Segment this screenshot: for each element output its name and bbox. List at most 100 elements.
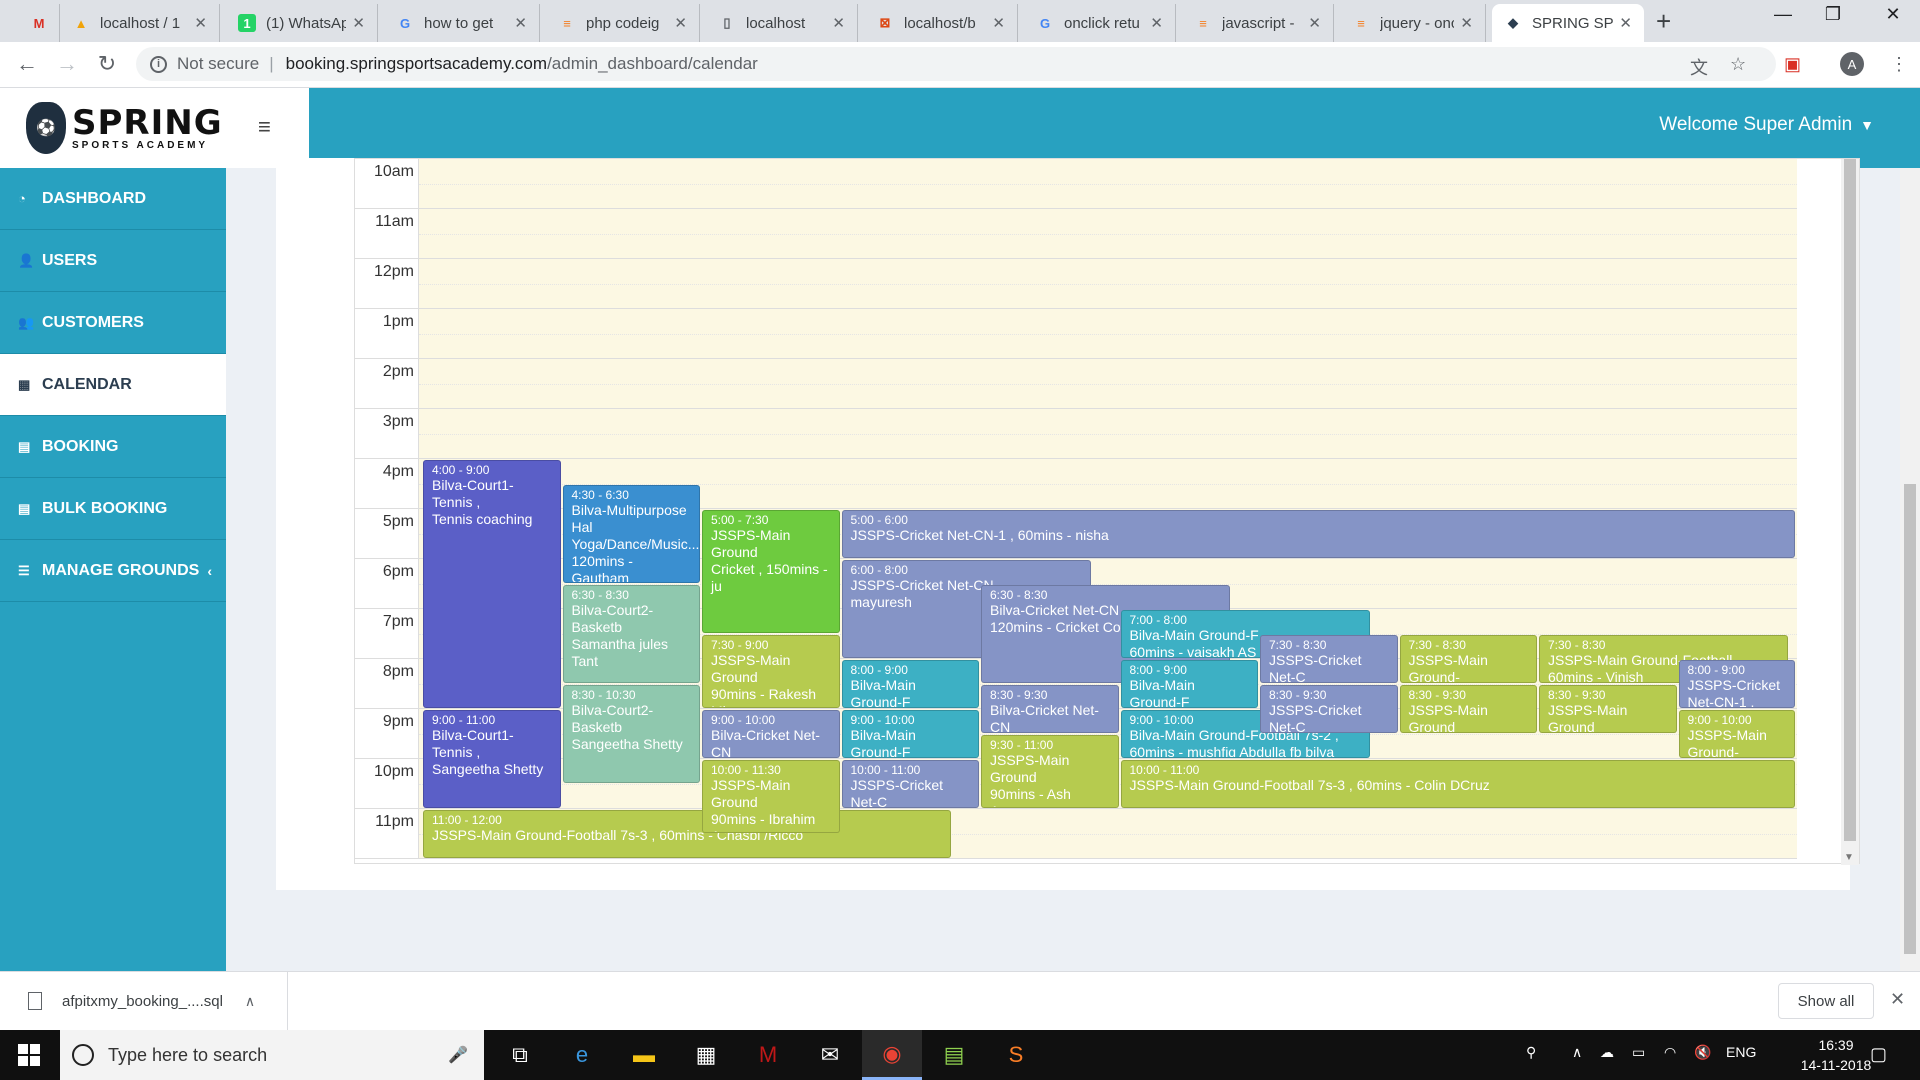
calendar-event[interactable]: 7:30 - 8:30JSSPS-Cricket Net-CSayem bbox=[1260, 635, 1398, 683]
new-tab-button[interactable]: + bbox=[1656, 6, 1671, 37]
browser-tab[interactable]: ≡ javascript - ✕ bbox=[1182, 4, 1334, 42]
sidebar-item-calendar[interactable]: ▦ CALENDAR bbox=[0, 354, 226, 416]
calendar-event[interactable]: 8:30 - 9:30JSSPS-Cricket Net-Cfaisal bbox=[1260, 685, 1398, 733]
task-view-icon[interactable]: ⧉ bbox=[490, 1030, 550, 1080]
menu-toggle-icon[interactable]: ≡ bbox=[258, 114, 271, 140]
calendar-event[interactable]: 8:30 - 9:30Bilva-Cricket Net-CNsavi Ravi… bbox=[981, 685, 1119, 733]
browser-tab[interactable]: Ghow to get ✕ bbox=[384, 4, 540, 42]
calendar-event[interactable]: 5:00 - 6:00 JSSPS-Cricket Net-CN-1 , 60mi… bbox=[841, 510, 1795, 558]
close-download-bar-icon[interactable]: ✕ bbox=[1890, 989, 1905, 1010]
sidebar-item-booking[interactable]: ▤ BOOKING bbox=[0, 416, 226, 478]
language-indicator[interactable]: ENG bbox=[1726, 1044, 1756, 1060]
calendar-event[interactable]: 10:00 - 11:00JSSPS-Cricket Net-CRavi Per… bbox=[841, 760, 979, 808]
sidebar-item-users[interactable]: 👤 USERS bbox=[0, 230, 226, 292]
browser-tab[interactable]: M bbox=[18, 4, 60, 42]
hour-slot[interactable] bbox=[419, 159, 1797, 209]
calendar-scroll-thumb[interactable] bbox=[1844, 159, 1856, 841]
mcafee-icon[interactable]: M bbox=[738, 1030, 798, 1080]
calendar-event[interactable]: 6:30 - 8:30 Bilva-Court2-Basketb Samantha … bbox=[562, 585, 700, 683]
calendar-event[interactable]: 8:30 - 9:30JSSPS-Main Ground60mins - Ros… bbox=[1539, 685, 1677, 733]
hour-slot[interactable] bbox=[419, 359, 1797, 409]
wifi-icon[interactable]: ◠ bbox=[1664, 1044, 1676, 1061]
calendar-event[interactable]: 4:00 - 9:00 Bilva-Court1-Tennis , Tennis c… bbox=[423, 460, 561, 708]
taskbar-search[interactable]: Type here to search 🎤 bbox=[60, 1030, 484, 1080]
calendar-event[interactable]: 9:00 - 11:00 Bilva-Court1-Tennis , Sangeet… bbox=[423, 710, 561, 808]
tab-close-icon[interactable]: ✕ bbox=[1619, 14, 1632, 32]
scroll-down-arrow-icon[interactable]: ▼ bbox=[1844, 852, 1854, 863]
taskbar-clock[interactable]: 16:39 14-11-2018 bbox=[1796, 1035, 1876, 1075]
tab-close-icon[interactable]: ✕ bbox=[832, 14, 845, 32]
battery-icon[interactable]: ▭ bbox=[1632, 1044, 1645, 1061]
browser-tab[interactable]: Gonclick retu ✕ bbox=[1024, 4, 1176, 42]
calendar-event[interactable]: 10:00 - 11:30 JSSPS-Main Ground 90mins - I… bbox=[702, 760, 840, 833]
page-scroll-thumb[interactable] bbox=[1904, 484, 1916, 954]
calendar-event[interactable]: 11:00 - 12:00 JSSPS-Main Ground-Football … bbox=[423, 810, 952, 858]
tab-close-icon[interactable]: ✕ bbox=[1150, 14, 1163, 32]
volume-icon[interactable]: 🔇 bbox=[1694, 1044, 1711, 1061]
page-scrollbar[interactable] bbox=[1900, 168, 1920, 971]
file-explorer-icon[interactable]: ▬ bbox=[614, 1030, 674, 1080]
tab-close-icon[interactable]: ✕ bbox=[674, 14, 687, 32]
browser-tab[interactable]: ▲ localhost / 1 ✕ bbox=[60, 4, 220, 42]
calendar-event[interactable]: 10:00 - 11:00 JSSPS-Main Ground-Football … bbox=[1120, 760, 1795, 808]
notifications-icon[interactable]: ▢ bbox=[1870, 1044, 1887, 1065]
user-menu[interactable]: Welcome Super Admin ▼ bbox=[1659, 114, 1874, 136]
translate-icon[interactable]: 文 bbox=[1690, 54, 1708, 80]
browser-tab[interactable]: ≡ php codeig ✕ bbox=[546, 4, 700, 42]
calendar-scrollbar[interactable]: ▼ bbox=[1841, 159, 1859, 865]
onedrive-icon[interactable]: ☁ bbox=[1600, 1044, 1614, 1061]
store-icon[interactable]: ▦ bbox=[676, 1030, 736, 1080]
calendar-event[interactable]: 8:00 - 9:00Bilva-Main Ground-F60mins - v… bbox=[841, 660, 979, 708]
calendar-grid[interactable]: ▼ 10am 11am 12pm 1pm 2pm 3pm 4pm 5pm 6pm 7pm 8pm 9p… bbox=[354, 158, 1860, 865]
calendar-event[interactable]: 9:30 - 11:00 JSSPS-Main Ground 90mins - As… bbox=[981, 735, 1119, 808]
browser-tab[interactable]: ≡ jquery - onc ✕ bbox=[1340, 4, 1486, 42]
chrome-icon[interactable]: ◉ bbox=[862, 1030, 922, 1080]
microphone-icon[interactable]: 🎤 bbox=[448, 1045, 468, 1065]
info-icon[interactable]: i bbox=[150, 55, 167, 73]
edge-icon[interactable]: e bbox=[552, 1030, 612, 1080]
calendar-event[interactable]: 8:00 - 9:00JSSPS-CricketNet-CN-1 , 60min… bbox=[1678, 660, 1795, 708]
browser-tab[interactable]: 1 (1) WhatsAp ✕ bbox=[226, 4, 378, 42]
show-all-button[interactable]: Show all bbox=[1778, 983, 1874, 1019]
calendar-event[interactable]: 7:30 - 9:00 JSSPS-Main Ground 90mins - Rak… bbox=[702, 635, 840, 708]
tab-close-icon[interactable]: ✕ bbox=[352, 14, 365, 32]
people-icon[interactable]: ⚲ bbox=[1526, 1044, 1536, 1061]
mail-icon[interactable]: ✉ bbox=[800, 1030, 860, 1080]
tab-close-icon[interactable]: ✕ bbox=[1460, 14, 1473, 32]
pocket-extension-icon[interactable]: ▣ bbox=[1784, 54, 1801, 75]
profile-avatar[interactable]: A bbox=[1840, 52, 1864, 76]
chevron-up-icon[interactable]: ∧ bbox=[245, 993, 255, 1010]
forward-button[interactable]: → bbox=[52, 51, 82, 77]
browser-tab[interactable]: ▯ localhost ✕ bbox=[706, 4, 858, 42]
tray-expand-icon[interactable]: ∧ bbox=[1572, 1044, 1582, 1061]
calendar-event[interactable]: 5:00 - 7:30 JSSPS-Main Ground Cricket , 15… bbox=[702, 510, 840, 633]
calendar-event[interactable]: 8:00 - 9:00Bilva-Main Ground-F60mins - I… bbox=[1120, 660, 1258, 708]
calendar-event[interactable]: 7:30 - 8:30JSSPS-Main Ground-60mins - Sh… bbox=[1399, 635, 1537, 683]
browser-tab[interactable]: ◆ SPRING SPO ✕ bbox=[1492, 4, 1644, 42]
reload-button[interactable]: ↻ bbox=[92, 51, 122, 77]
hour-slot[interactable] bbox=[419, 259, 1797, 309]
address-bar[interactable]: i Not secure | booking.springsportsacade… bbox=[136, 47, 1776, 81]
tab-close-icon[interactable]: ✕ bbox=[992, 14, 1005, 32]
bookmark-star-icon[interactable]: ☆ bbox=[1730, 54, 1746, 75]
download-item[interactable]: afpitxmy_booking_....sql ∧ bbox=[0, 972, 288, 1030]
sidebar-item-manage-grounds[interactable]: ☰ MANAGE GROUNDS ‹ bbox=[0, 540, 226, 602]
hour-slot[interactable] bbox=[419, 409, 1797, 459]
sidebar-item-dashboard[interactable]: ◔ DASHBOARD bbox=[0, 168, 226, 230]
app-logo[interactable]: ⚽ SPRING SPORTS ACADEMY bbox=[0, 88, 226, 168]
tab-close-icon[interactable]: ✕ bbox=[514, 14, 527, 32]
calendar-event[interactable]: 9:00 - 10:00JSSPS-MainGround-Football bbox=[1678, 710, 1795, 758]
calendar-event[interactable]: 9:00 - 10:00Bilva-Main Ground-F60mins - … bbox=[841, 710, 979, 758]
window-close-button[interactable]: ✕ bbox=[1878, 4, 1908, 25]
calendar-event[interactable]: 8:30 - 9:30JSSPS-Main Ground60mins - Sal… bbox=[1399, 685, 1537, 733]
network-tool-icon[interactable]: ▤ bbox=[924, 1030, 984, 1080]
sublime-icon[interactable]: S bbox=[986, 1030, 1046, 1080]
calendar-event[interactable]: 8:30 - 10:30 Bilva-Court2-Basketb Sangeeth… bbox=[562, 685, 700, 783]
hour-slot[interactable] bbox=[419, 209, 1797, 259]
minimize-button[interactable]: — bbox=[1768, 4, 1798, 25]
browser-menu-icon[interactable]: ⋮ bbox=[1890, 54, 1908, 75]
back-button[interactable]: ← bbox=[12, 51, 42, 77]
windows-start-icon[interactable] bbox=[18, 1044, 40, 1066]
sidebar-item-bulk-booking[interactable]: ▤ BULK BOOKING bbox=[0, 478, 226, 540]
tab-close-icon[interactable]: ✕ bbox=[194, 14, 207, 32]
